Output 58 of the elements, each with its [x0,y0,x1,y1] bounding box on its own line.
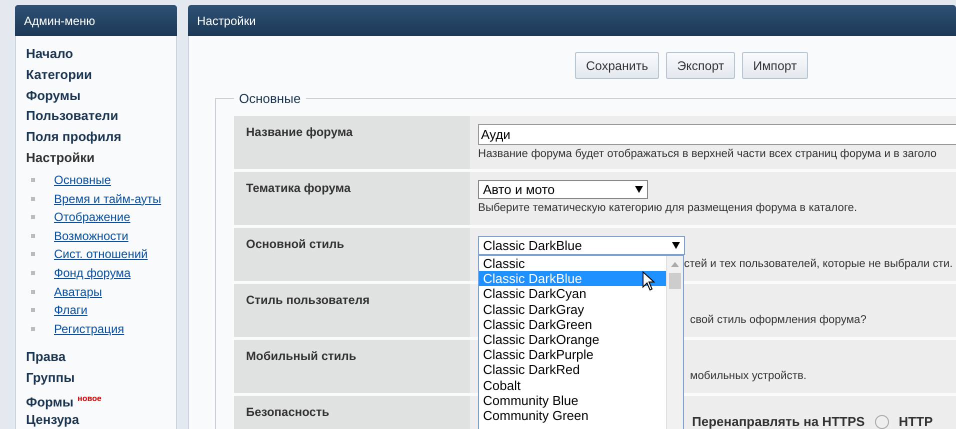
hint-text: мобильных устройств. [690,370,806,382]
radio-label[interactable]: HTTP [898,414,933,429]
bullet-icon [31,178,35,182]
setting-label: Основной стиль [234,228,470,281]
bullet-icon [31,252,35,256]
submenu-link[interactable]: Время и тайм-ауты [54,192,162,206]
bullet-icon [31,215,35,220]
menu-item[interactable]: Права [26,349,66,364]
bullet-icon [31,290,35,294]
menu-item[interactable]: Пользователи [26,108,118,124]
setting-label: Тематика форума [234,172,470,225]
bullet-icon [31,308,35,312]
menu-item[interactable]: Цензура [26,412,80,427]
submenu-link[interactable]: Аватары [54,284,102,299]
submenu-link[interactable]: Отображение [54,210,130,224]
radio-button[interactable] [874,414,889,428]
bullet-icon [31,234,35,238]
toolbar-button[interactable]: Экспорт [666,52,736,79]
submenu-link[interactable]: Возможности [54,228,128,243]
menu-item[interactable]: Категории [26,66,92,82]
submenu-link[interactable]: Сист. отношений [54,247,148,262]
setting-label: Мобильный стиль [234,340,470,393]
menu-item[interactable]: Группы [26,370,75,385]
new-label: новое [78,394,102,403]
submenu-link[interactable]: Флаги [54,303,88,318]
scroll-up-icon[interactable] [671,262,679,267]
setting-label: Название форума [234,116,470,169]
toolbar-button[interactable]: Импорт [742,52,808,79]
toolbar-button[interactable]: Сохранить [575,52,660,79]
panel-header: Настройки [188,5,956,36]
radio-label[interactable]: Перенаправлять на HTTPS [692,414,865,429]
submenu-link[interactable]: Основные [54,173,111,188]
section-legend: Основные [234,91,306,106]
forum-name-field[interactable]: Ауди [478,124,956,145]
category-select[interactable]: Авто и мото [478,180,648,199]
hint-text: стей и тех пользователей, которые не выбрали сти. [684,258,953,270]
mouse-pointer-icon [642,271,655,291]
sidebar-header: Админ-меню [15,5,177,36]
scrollbar[interactable] [666,256,683,429]
hint-text: свой стиль оформления форума? [690,314,866,326]
submenu-link[interactable]: Фонд форума [54,266,131,280]
menu-item[interactable]: Форумы [26,88,81,103]
menu-item[interactable]: Настройки [26,150,95,165]
caret-icon [635,186,643,193]
menu-item[interactable]: Начало [26,46,74,61]
hint-text: Название форума будет отображаться в верхней части всех страниц форума и в заголо [478,148,937,160]
bullet-icon [31,271,35,276]
setting-label: Безопасность [234,396,470,429]
bullet-icon [31,196,35,201]
menu-item[interactable]: Поля профиля [26,129,122,144]
scrollbar-thumb[interactable] [669,273,681,289]
setting-label: Стиль пользователя [234,284,470,337]
bullet-icon [31,326,35,331]
menu-item[interactable]: Формы [26,394,74,410]
caret-icon [672,242,680,249]
submenu-link[interactable]: Регистрация [54,322,124,336]
hint-text: Выберите тематическую категорию для размещения форума в каталоге. [478,202,858,214]
style-select[interactable]: Classic DarkBlue [478,236,685,255]
